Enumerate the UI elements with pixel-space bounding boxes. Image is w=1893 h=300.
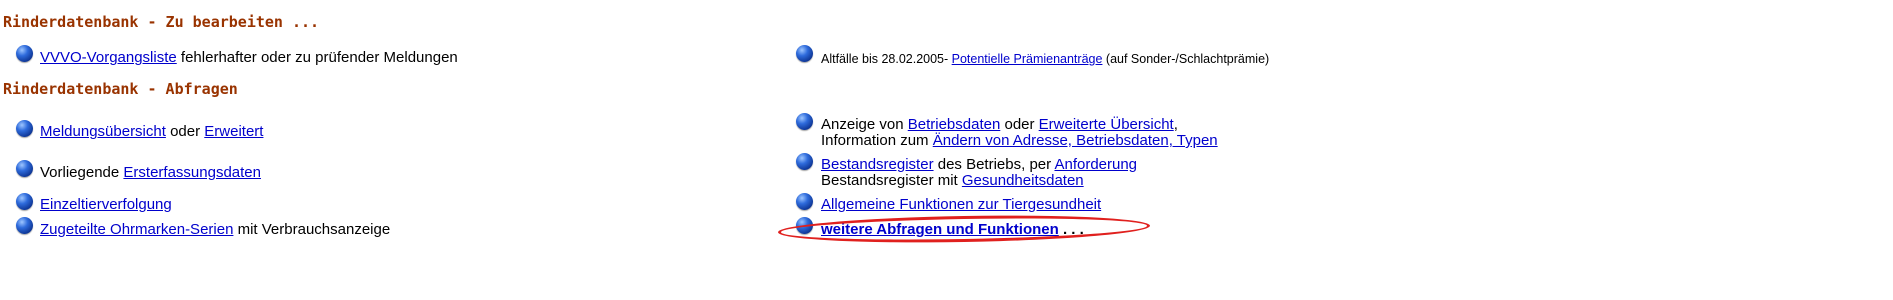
bullet-icon — [16, 120, 33, 137]
list-item-allgemeine-funktionen: Allgemeine Funktionen zur Tiergesundheit — [821, 195, 1101, 214]
ohrmarken-serien-link[interactable]: Zugeteilte Ohrmarken-Serien — [40, 221, 233, 238]
oder-text: oder — [165, 123, 205, 140]
gesundheitsdaten-link[interactable]: Gesundheitsdaten — [962, 172, 1084, 189]
bullet-icon — [16, 45, 33, 62]
praemienantraege-link[interactable]: Potentielle Prämienanträge — [952, 52, 1103, 66]
bullet-icon — [796, 113, 813, 130]
list-item-anzeige-betriebsdaten: Anzeige von Betriebsdaten oder Erweitert… — [821, 115, 1218, 150]
praemien-suffix: (auf Sonder-/Schlachtprämie) — [1102, 52, 1270, 66]
section-heading-zu-bearbeiten: Rinderdatenbank - Zu bearbeiten ... — [3, 13, 320, 31]
list-item-meldungsuebersicht: Meldungsübersicht oder Erweitert — [40, 122, 263, 141]
vvvo-description: fehlerhafter oder zu prüfender Meldungen — [176, 49, 458, 66]
allgemeine-funktionen-link[interactable]: Allgemeine Funktionen zur Tiergesundheit — [821, 196, 1101, 213]
list-item-bestandsregister: Bestandsregister des Betriebs, per Anfor… — [821, 155, 1137, 190]
ersterfassungsdaten-link[interactable]: Ersterfassungsdaten — [123, 164, 261, 181]
altfaelle-text: Altfälle bis 28.02.2005- — [821, 52, 952, 66]
bullet-icon — [16, 160, 33, 177]
aendern-link[interactable]: Ändern von Adresse, Betriebsdaten, Typen — [933, 132, 1218, 149]
list-item-einzeltier: Einzeltierverfolgung — [40, 195, 172, 214]
list-item-ersterfassung: Vorliegende Ersterfassungsdaten — [40, 163, 261, 182]
info-text: Information zum — [821, 132, 933, 149]
einzeltierverfolgung-link[interactable]: Einzeltierverfolgung — [40, 196, 172, 213]
list-item-ohrmarken: Zugeteilte Ohrmarken-Serien mit Verbrauc… — [40, 220, 390, 239]
bullet-icon — [796, 193, 813, 210]
bullet-icon — [16, 193, 33, 210]
meldungsuebersicht-link[interactable]: Meldungsübersicht — [40, 123, 166, 140]
erweitert-link[interactable]: Erweitert — [204, 123, 263, 140]
vvvo-vorgangsliste-link[interactable]: VVVO-Vorgangsliste — [40, 49, 177, 66]
bullet-icon — [16, 217, 33, 234]
bestandsregister-mit-text: Bestandsregister mit — [821, 172, 962, 189]
list-item-vvvo: VVVO-Vorgangsliste fehlerhafter oder zu … — [40, 48, 458, 67]
section-heading-abfragen: Rinderdatenbank - Abfragen — [3, 80, 238, 98]
list-item-altfaelle: Altfälle bis 28.02.2005- Potentielle Prä… — [821, 50, 1269, 69]
ohrmarken-suffix: mit Verbrauchsanzeige — [233, 221, 391, 238]
bullet-icon — [796, 45, 813, 62]
highlight-ellipse — [777, 212, 1151, 246]
vorliegende-text: Vorliegende — [40, 164, 124, 181]
bullet-icon — [796, 153, 813, 170]
